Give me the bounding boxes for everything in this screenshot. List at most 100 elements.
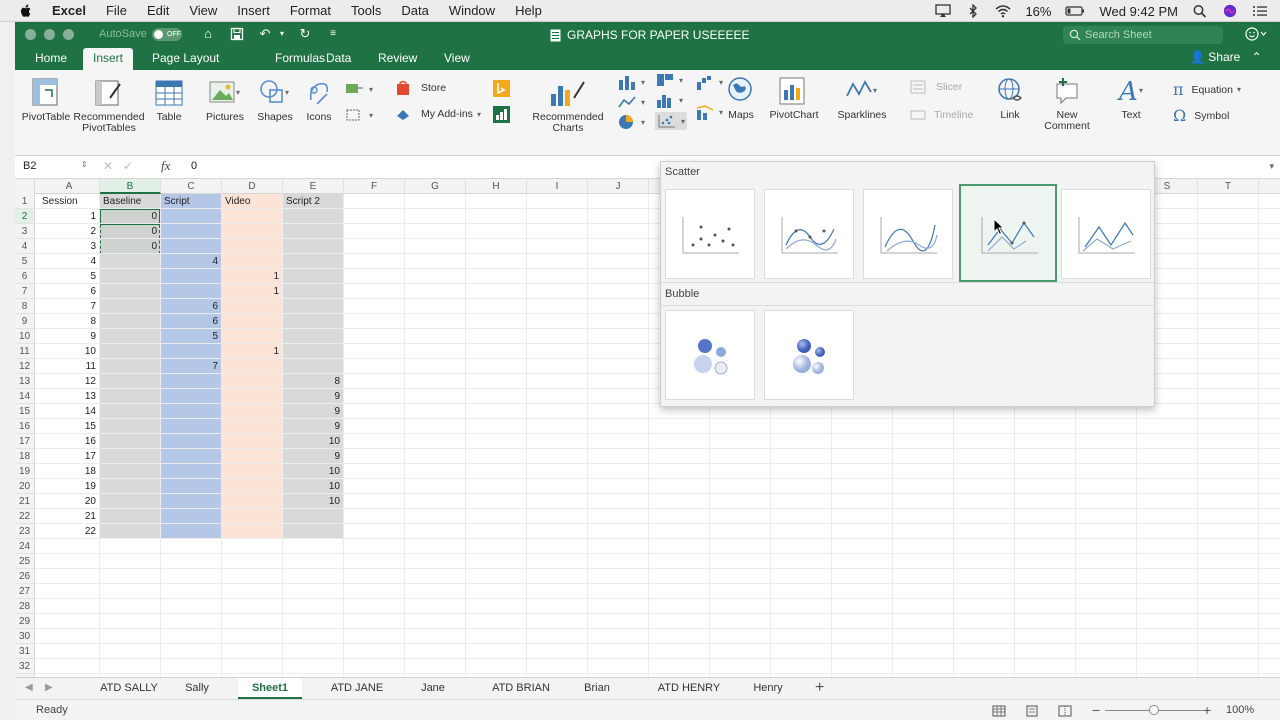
data-cell[interactable]: 7 <box>39 299 99 314</box>
new-comment-button[interactable]: New Comment <box>1043 76 1091 132</box>
data-cell[interactable]: 5 <box>39 269 99 284</box>
scatter-chart-button[interactable]: ▾ <box>655 112 688 130</box>
shapes-button[interactable]: ▾ Shapes <box>255 78 295 123</box>
data-cell[interactable]: 8 <box>283 374 343 389</box>
row-header-13[interactable]: 13 <box>15 374 35 389</box>
row-header-15[interactable]: 15 <box>15 404 35 419</box>
tab-page-layout[interactable]: Page Layout <box>142 48 229 70</box>
row-header-31[interactable]: 31 <box>15 644 35 659</box>
data-cell[interactable]: 22 <box>39 524 99 539</box>
row-header-10[interactable]: 10 <box>15 329 35 344</box>
row-header-9[interactable]: 9 <box>15 314 35 329</box>
save-icon[interactable] <box>230 27 244 41</box>
row-header-25[interactable]: 25 <box>15 554 35 569</box>
sheet-tab-sally[interactable]: Sally <box>178 678 216 699</box>
screenshot-button[interactable]: ▾ <box>345 82 373 96</box>
menu-file[interactable]: File <box>96 3 137 18</box>
column-header-e[interactable]: E <box>283 179 344 194</box>
row-header-19[interactable]: 19 <box>15 464 35 479</box>
column-header-i[interactable]: I <box>527 179 588 194</box>
row-header-11[interactable]: 11 <box>15 344 35 359</box>
previous-sheet-arrow-icon[interactable]: ◀ <box>25 682 33 693</box>
pictures-button[interactable]: ▾ Pictures <box>203 78 247 123</box>
zoom-in-button[interactable]: + <box>1203 702 1211 718</box>
my-addins-button[interactable]: My Add-ins ▾ <box>395 106 481 122</box>
home-icon[interactable]: ⌂ <box>201 27 215 41</box>
text-button[interactable]: A ▾ Text <box>1113 76 1149 121</box>
formula-cancel-confirm-icons[interactable]: ✕ ✓ <box>103 159 133 173</box>
data-cell[interactable]: 10 <box>283 494 343 509</box>
scatter-smooth-lines-option[interactable] <box>863 189 953 279</box>
collapse-ribbon-chevron-icon[interactable]: ⌃ <box>1252 50 1262 64</box>
slicer-button[interactable]: Slicer <box>910 80 962 94</box>
data-cell[interactable]: 6 <box>39 284 99 299</box>
page-break-view-icon[interactable] <box>1058 705 1072 717</box>
sheet-tab-sheet1[interactable]: Sheet1 <box>238 678 302 699</box>
battery-icon[interactable] <box>1065 4 1085 18</box>
data-cell[interactable]: 18 <box>39 464 99 479</box>
row-header-14[interactable]: 14 <box>15 389 35 404</box>
row-header-5[interactable]: 5 <box>15 254 35 269</box>
bubble-option[interactable] <box>665 310 755 400</box>
header-cell[interactable]: Session <box>39 194 99 209</box>
column-header-f[interactable]: F <box>344 179 405 194</box>
tab-review[interactable]: Review <box>368 48 427 70</box>
header-cell[interactable]: Script 2 <box>283 194 343 209</box>
row-header-28[interactable]: 28 <box>15 599 35 614</box>
menu-excel[interactable]: Excel <box>48 3 96 18</box>
row-header-20[interactable]: 20 <box>15 479 35 494</box>
data-cell[interactable]: 4 <box>39 254 99 269</box>
data-cell[interactable]: 5 <box>161 329 221 344</box>
next-sheet-arrow-icon[interactable]: ▶ <box>45 682 53 693</box>
autosave-toggle[interactable]: OFF <box>152 28 182 41</box>
line-chart-button[interactable]: ▾ <box>617 94 645 110</box>
pie-chart-button[interactable]: ▾ <box>617 114 645 130</box>
sheet-tab-atd-sally[interactable]: ATD SALLY <box>85 678 173 699</box>
data-cell[interactable]: 4 <box>161 254 221 269</box>
row-header-26[interactable]: 26 <box>15 569 35 584</box>
row-header-7[interactable]: 7 <box>15 284 35 299</box>
column-header-h[interactable]: H <box>466 179 527 194</box>
data-cell[interactable]: 6 <box>161 299 221 314</box>
row-header-17[interactable]: 17 <box>15 434 35 449</box>
data-cell[interactable]: 1 <box>39 209 99 224</box>
header-cell[interactable]: Script <box>161 194 221 209</box>
menu-tools[interactable]: Tools <box>341 3 391 18</box>
data-cell[interactable]: 10 <box>283 479 343 494</box>
tab-view[interactable]: View <box>434 48 480 70</box>
data-cell[interactable]: 10 <box>283 464 343 479</box>
menu-window[interactable]: Window <box>439 3 505 18</box>
zoom-out-button[interactable]: − <box>1092 702 1100 718</box>
customize-toolbar-icon[interactable]: ≡ <box>326 27 340 41</box>
maps-button[interactable]: Maps <box>727 76 755 121</box>
data-cell[interactable]: 9 <box>283 449 343 464</box>
row-header-18[interactable]: 18 <box>15 449 35 464</box>
link-button[interactable]: Link <box>993 76 1027 121</box>
row-header-22[interactable]: 22 <box>15 509 35 524</box>
data-cell[interactable]: 3 <box>39 239 99 254</box>
undo-icon[interactable]: ↶ <box>258 27 272 41</box>
row-header-1[interactable]: 1 <box>15 194 35 209</box>
insert-function-fx-icon[interactable]: fx <box>161 158 170 174</box>
search-sheet-input[interactable]: Search Sheet <box>1063 26 1223 44</box>
row-header-2[interactable]: 2 <box>15 209 35 224</box>
icons-button[interactable]: Icons <box>303 78 335 123</box>
scatter-chart-dropdown[interactable]: Scatter Bubble <box>660 161 1155 407</box>
redo-icon[interactable]: ↻ <box>298 27 312 41</box>
data-cell[interactable]: 15 <box>39 419 99 434</box>
data-cell[interactable]: 7 <box>161 359 221 374</box>
sheet-tab-atd-jane[interactable]: ATD JANE <box>320 678 394 699</box>
sheet-tab-atd-brian[interactable]: ATD BRIAN <box>480 678 562 699</box>
scatter-straight-lines-markers-option[interactable] <box>959 184 1057 282</box>
row-header-29[interactable]: 29 <box>15 614 35 629</box>
data-cell[interactable]: 6 <box>161 314 221 329</box>
add-sheet-button[interactable]: + <box>815 679 824 697</box>
minimize-window-button[interactable] <box>44 29 55 40</box>
row-header-30[interactable]: 30 <box>15 629 35 644</box>
combo-chart-button[interactable]: ▾ <box>695 104 723 120</box>
data-cell[interactable]: 9 <box>283 419 343 434</box>
data-cell[interactable]: 1 <box>222 284 282 299</box>
scatter-straight-lines-option[interactable] <box>1061 189 1151 279</box>
3d-bubble-option[interactable] <box>764 310 854 400</box>
menu-data[interactable]: Data <box>391 3 438 18</box>
